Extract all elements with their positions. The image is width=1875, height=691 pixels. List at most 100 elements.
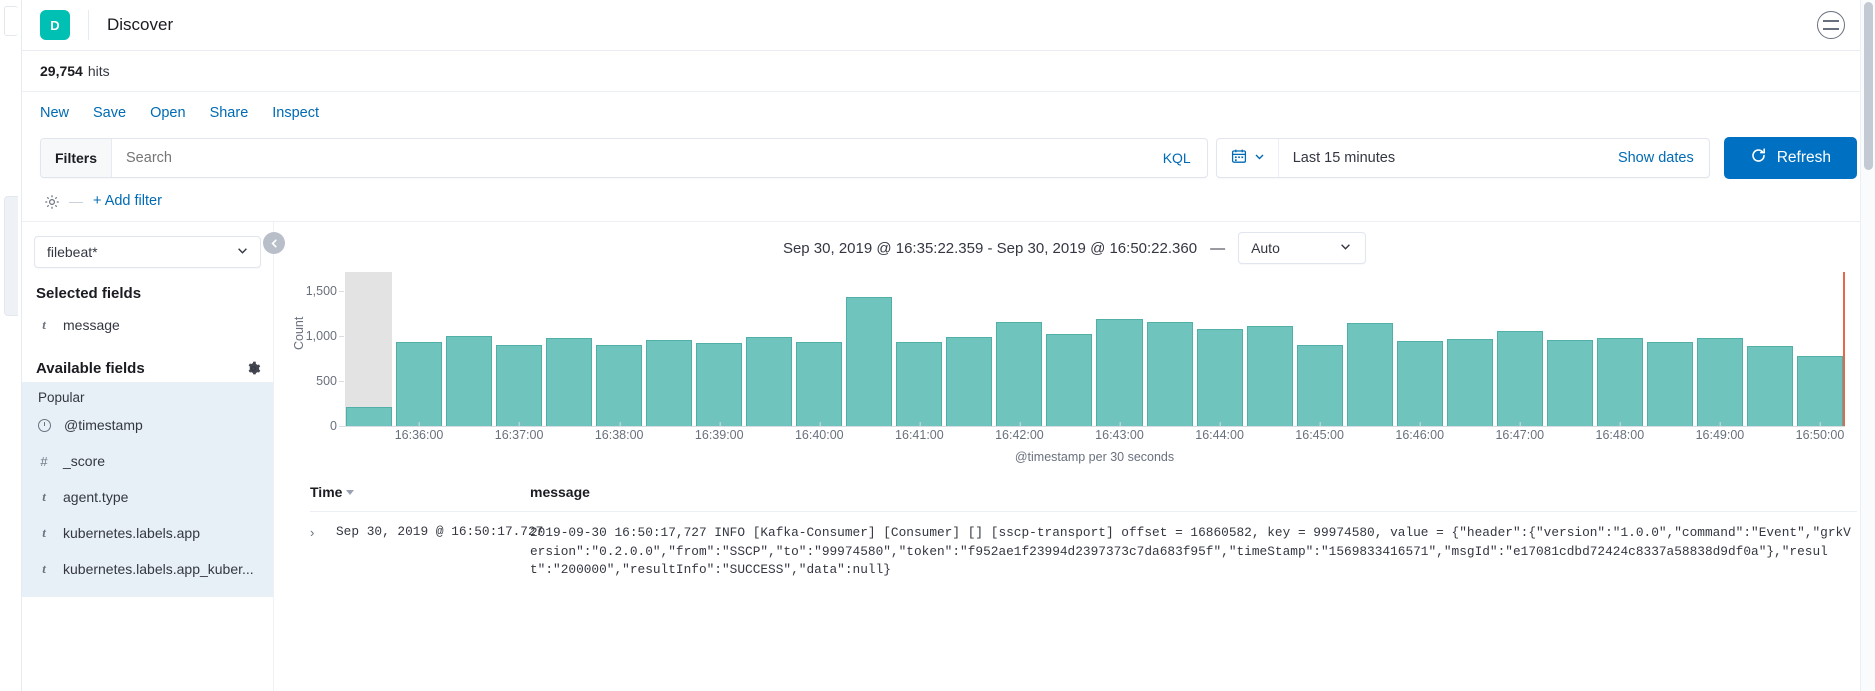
- histogram-bar-slot[interactable]: [994, 282, 1044, 426]
- sidebar-field-agent-type[interactable]: t agent.type: [38, 479, 257, 515]
- calendar-quick-select-button[interactable]: [1217, 138, 1279, 177]
- collapse-sidebar-button[interactable]: [263, 232, 285, 254]
- histogram-bar-slot[interactable]: [1295, 282, 1345, 426]
- histogram-bar: [546, 338, 593, 426]
- histogram-bar-slot[interactable]: [944, 282, 994, 426]
- sidebar-field-labels-app[interactable]: t kubernetes.labels.app: [38, 515, 257, 551]
- chart-time-range: Sep 30, 2019 @ 16:35:22.359 - Sep 30, 20…: [782, 239, 1198, 257]
- search-shell: Filters KQL: [40, 137, 1208, 178]
- chevron-right-icon[interactable]: ›: [310, 525, 314, 540]
- field-type-date-icon: [38, 418, 51, 432]
- nav-open[interactable]: Open: [150, 105, 185, 121]
- histogram-bar-slot[interactable]: [344, 272, 394, 426]
- histogram-bar-slot[interactable]: [1595, 282, 1645, 426]
- x-tick-label: 16:47:00: [1495, 422, 1545, 442]
- x-tick-label: 16:38:00: [594, 422, 644, 442]
- x-tick-label: 16:41:00: [895, 422, 944, 442]
- histogram-bar-slot[interactable]: [894, 282, 944, 426]
- histogram-bar-slot[interactable]: [1245, 282, 1295, 426]
- histogram-bar-slot[interactable]: [594, 282, 644, 426]
- page-scrollbar[interactable]: [1860, 0, 1875, 691]
- sidebar-field-timestamp[interactable]: @timestamp: [38, 407, 257, 443]
- histogram-bar: [346, 407, 393, 426]
- histogram-bar-slot[interactable]: [1145, 282, 1195, 426]
- top-nav-actions: New Save Open Share Inspect: [22, 92, 1875, 134]
- main-content: filebeat* Selected fields t message Avai…: [22, 221, 1875, 691]
- nav-new[interactable]: New: [40, 105, 69, 121]
- table-header-row: Time message: [310, 484, 1857, 512]
- selected-fields-title: Selected fields: [36, 285, 142, 302]
- histogram-bar-slot[interactable]: [744, 282, 794, 426]
- histogram-bar: [1246, 326, 1293, 426]
- histogram-bar-slot[interactable]: [694, 282, 744, 426]
- sort-descending-icon: [346, 489, 355, 495]
- histogram-bar-slot[interactable]: [1044, 282, 1094, 426]
- gear-icon[interactable]: [44, 194, 59, 209]
- histogram-bar-slot[interactable]: [1345, 282, 1395, 426]
- histogram-bar-slot[interactable]: [1695, 282, 1745, 426]
- column-header-message[interactable]: message: [530, 484, 1857, 500]
- rail-top-item[interactable]: [4, 6, 18, 36]
- hits-label: hits: [87, 63, 110, 79]
- histogram-bar-slot[interactable]: [444, 282, 494, 426]
- index-pattern-select[interactable]: filebeat*: [34, 236, 261, 268]
- rail-panel-item[interactable]: [4, 196, 18, 316]
- histogram-bar: [1046, 334, 1093, 426]
- scrollbar-thumb[interactable]: [1864, 2, 1873, 170]
- histogram-bar-slot[interactable]: [1445, 282, 1495, 426]
- cell-time: Sep 30, 2019 @ 16:50:17.727: [336, 524, 544, 539]
- query-language-button[interactable]: KQL: [1147, 150, 1207, 166]
- field-name: message: [63, 317, 120, 333]
- filters-button[interactable]: Filters: [41, 138, 113, 177]
- histogram-bar-slot[interactable]: [1195, 282, 1245, 426]
- histogram-bar-slot[interactable]: [1745, 282, 1795, 426]
- histogram-bar-slot[interactable]: [1645, 282, 1695, 426]
- histogram-bar-slot[interactable]: [844, 282, 894, 426]
- chevron-down-icon: [235, 243, 250, 261]
- histogram-bar-slot[interactable]: [1495, 282, 1545, 426]
- sidebar-field-message[interactable]: t message: [34, 307, 261, 343]
- documents-table: Time message › Sep 30, 2019 @ 16:50:17.7…: [310, 484, 1857, 580]
- histogram-bar-slot[interactable]: [644, 282, 694, 426]
- histogram-bar: [1596, 337, 1643, 426]
- cell-message: 2019-09-30 16:50:17,727 INFO [Kafka-Cons…: [530, 525, 1851, 578]
- histogram-bar-slot[interactable]: [1795, 282, 1845, 426]
- histogram-bar-slot[interactable]: [544, 282, 594, 426]
- histogram-bar-slot[interactable]: [1395, 282, 1445, 426]
- histogram-bar-slot[interactable]: [1545, 282, 1595, 426]
- nav-share[interactable]: Share: [210, 105, 249, 121]
- histogram-bar-slot[interactable]: [794, 282, 844, 426]
- sidebar-field-score[interactable]: # _score: [38, 443, 257, 479]
- histogram-bar-slot[interactable]: [1094, 282, 1144, 426]
- date-range-value[interactable]: Last 15 minutes: [1279, 150, 1618, 166]
- chevron-down-icon: [1338, 239, 1353, 257]
- hits-count: 29,754: [40, 63, 83, 79]
- histogram-bar: [396, 341, 443, 426]
- x-tick-label: 16:50:00: [1795, 422, 1845, 442]
- histogram-bar: [1196, 329, 1243, 426]
- show-dates-button[interactable]: Show dates: [1618, 150, 1709, 166]
- interval-select[interactable]: Auto: [1238, 232, 1367, 264]
- date-picker: Last 15 minutes Show dates: [1215, 137, 1710, 178]
- sidebar-field-labels-app-kubernetes[interactable]: t kubernetes.labels.app_kuber...: [38, 551, 257, 587]
- search-input[interactable]: [112, 139, 1147, 176]
- nav-save[interactable]: Save: [93, 105, 126, 121]
- hits-bar: 29,754 hits: [22, 51, 1875, 92]
- histogram-bar-slot[interactable]: [394, 282, 444, 426]
- histogram-bar: [1396, 340, 1443, 426]
- global-nav-icon[interactable]: [1817, 11, 1845, 39]
- add-filter-button[interactable]: + Add filter: [93, 193, 162, 209]
- table-row[interactable]: › Sep 30, 2019 @ 16:50:17.727 2019-09-30…: [310, 512, 1857, 580]
- field-type-string-icon: t: [42, 561, 46, 576]
- refresh-button[interactable]: Refresh: [1723, 136, 1857, 179]
- column-header-time[interactable]: Time: [310, 484, 530, 500]
- field-settings-gear-icon[interactable]: [246, 361, 261, 376]
- chart-header-separator: —: [1210, 239, 1226, 257]
- expand-row-cell[interactable]: ›: [310, 524, 336, 580]
- histogram-bar: [646, 339, 693, 426]
- histogram-bar-slot[interactable]: [494, 282, 544, 426]
- nav-inspect[interactable]: Inspect: [272, 105, 319, 121]
- refresh-icon: [1750, 147, 1767, 169]
- x-tick-label: 16:37:00: [494, 422, 544, 442]
- chart-plot-area: 0 500 1,000 1,500: [306, 272, 1845, 433]
